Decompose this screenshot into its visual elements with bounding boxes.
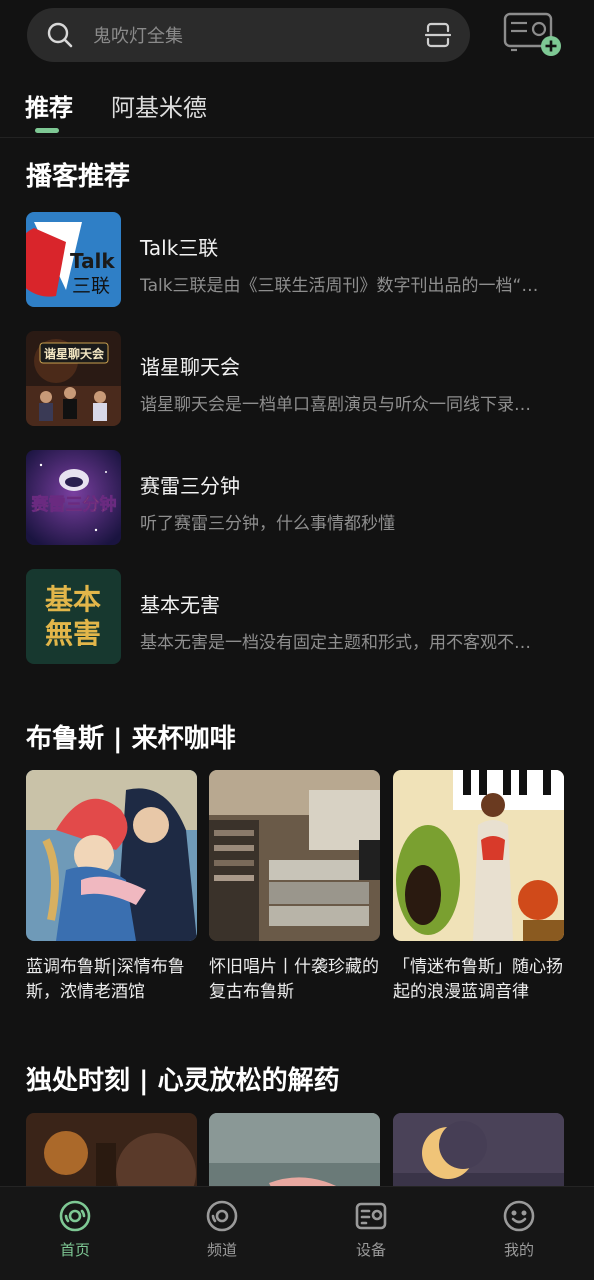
home-disc-icon (58, 1199, 92, 1233)
channel-disc-icon (205, 1199, 239, 1233)
nav-home[interactable]: 首页 (20, 1187, 130, 1280)
podcast-title: Talk三联 (140, 236, 219, 260)
tab-label: 推荐 (25, 94, 73, 122)
alone-section-title: 独处时刻 | 心灵放松的解药 (26, 1066, 340, 1096)
podcast-cover: 谐星聊天会 (26, 331, 121, 426)
smiley-profile-icon (502, 1199, 536, 1233)
playlist-cover (209, 770, 380, 941)
podcast-cover: 基本 無害 (26, 569, 121, 664)
podcast-description: Talk三联是由《三联生活周刊》数字刊出品的一档“… (140, 276, 539, 296)
scan-icon[interactable] (424, 21, 452, 49)
radio-device-icon (354, 1199, 388, 1233)
search-input[interactable]: 鬼吹灯全集 (93, 22, 424, 48)
nav-device[interactable]: 设备 (316, 1187, 426, 1280)
add-device-icon[interactable] (503, 11, 563, 57)
bottom-navigation: 首页 频道 设备 我的 (0, 1186, 594, 1280)
search-icon (45, 20, 75, 50)
playlist-cover (393, 770, 564, 941)
playlist-title: 「情迷布鲁斯」随心扬起的浪漫蓝调音律 (393, 957, 563, 1002)
podcast-description: 听了赛雷三分钟，什么事情都秒懂 (140, 514, 395, 534)
podcast-title: 基本无害 (140, 593, 220, 617)
playlist-title: 怀旧唱片丨什袭珍藏的复古布鲁斯 (209, 957, 379, 1002)
playlist-title: 蓝调布鲁斯|深情布鲁斯，浓情老酒馆 (26, 957, 185, 1002)
svg-text:谐星聊天会: 谐星聊天会 (44, 346, 105, 361)
podcast-cover: Talk 三联 (26, 212, 121, 307)
tabs-divider (0, 137, 594, 138)
nav-channel[interactable]: 频道 (167, 1187, 277, 1280)
svg-text:基本: 基本 (45, 583, 101, 616)
svg-text:Talk: Talk (70, 249, 115, 273)
nav-label: 首页 (59, 1241, 90, 1259)
playlist-card[interactable]: 怀旧唱片丨什袭珍藏的复古布鲁斯 (209, 770, 380, 1005)
podcast-item[interactable]: 赛雷三分钟 赛雷三分钟 听了赛雷三分钟，什么事情都秒懂 (26, 450, 566, 546)
podcast-title: 谐星聊天会 (140, 355, 240, 379)
playlist-card[interactable]: 「情迷布鲁斯」随心扬起的浪漫蓝调音律 (393, 770, 564, 1005)
podcast-item[interactable]: Talk 三联 Talk三联 Talk三联是由《三联生活周刊》数字刊出品的一档“… (26, 212, 566, 308)
nav-label: 我的 (503, 1241, 534, 1259)
search-bar[interactable]: 鬼吹灯全集 (27, 8, 470, 62)
active-tab-indicator (35, 128, 59, 133)
tab-recommend[interactable]: 推荐 (25, 88, 73, 136)
podcast-description: 基本无害是一档没有固定主题和形式，用不客观不… (140, 633, 531, 653)
tab-label: 阿基米德 (111, 94, 207, 122)
podcast-description: 谐星聊天会是一档单口喜剧演员与听众一同线下录… (140, 395, 531, 415)
app-screen: 鬼吹灯全集 推荐 阿基米德 播客推荐 Talk 三联 Talk三联 Talk三联… (0, 0, 594, 1280)
playlist-cover (26, 770, 197, 941)
podcast-section-title: 播客推荐 (26, 162, 131, 192)
nav-label: 频道 (206, 1241, 237, 1259)
playlist-card[interactable]: 蓝调布鲁斯|深情布鲁斯，浓情老酒馆 (26, 770, 197, 1005)
tab-archimedes[interactable]: 阿基米德 (111, 88, 207, 136)
podcast-item[interactable]: 谐星聊天会 谐星聊天会 谐星聊天会是一档单口喜剧演员与听众一同线下录… (26, 331, 566, 427)
blues-section-title: 布鲁斯 | 来杯咖啡 (26, 724, 236, 754)
svg-text:無害: 無害 (45, 617, 101, 650)
svg-text:三联: 三联 (72, 275, 110, 297)
top-tabs: 推荐 阿基米德 (25, 88, 245, 136)
svg-text:赛雷三分钟: 赛雷三分钟 (31, 494, 117, 515)
podcast-item[interactable]: 基本 無害 基本无害 基本无害是一档没有固定主题和形式，用不客观不… (26, 569, 566, 665)
podcast-cover: 赛雷三分钟 (26, 450, 121, 545)
podcast-title: 赛雷三分钟 (140, 474, 240, 498)
nav-label: 设备 (355, 1241, 386, 1259)
nav-profile[interactable]: 我的 (464, 1187, 574, 1280)
